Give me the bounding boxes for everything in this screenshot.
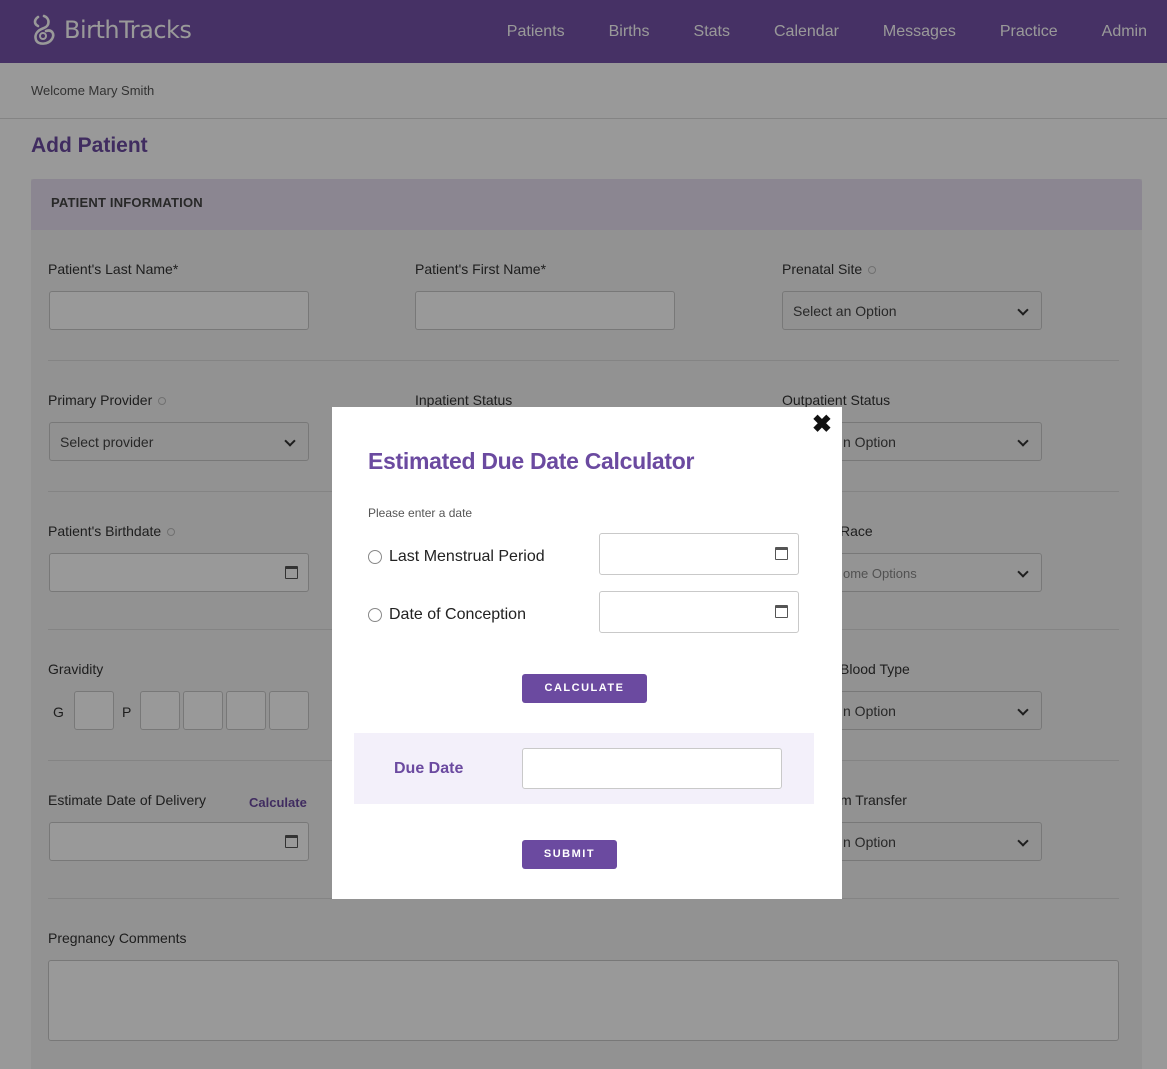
due-date-calculator-modal: ✖ Estimated Due Date Calculator Please e… [332,407,842,899]
calendar-icon[interactable] [775,605,788,618]
calculate-button[interactable]: CALCULATE [522,674,647,703]
modal-title: Estimated Due Date Calculator [368,448,695,474]
due-date-output[interactable] [522,748,782,789]
due-date-row: Due Date [354,733,814,804]
conception-label: Date of Conception [389,606,526,623]
conception-date-input[interactable] [599,591,799,633]
lmp-label: Last Menstrual Period [389,548,545,565]
conception-option[interactable]: Date of Conception [368,606,526,624]
close-icon[interactable]: ✖ [812,413,832,437]
conception-radio[interactable] [368,608,382,622]
submit-button[interactable]: SUBMIT [522,840,617,869]
due-date-label: Due Date [394,760,464,777]
lmp-date-input[interactable] [599,533,799,575]
lmp-option[interactable]: Last Menstrual Period [368,548,545,566]
lmp-radio[interactable] [368,550,382,564]
modal-hint: Please enter a date [368,506,473,520]
calendar-icon[interactable] [775,547,788,560]
